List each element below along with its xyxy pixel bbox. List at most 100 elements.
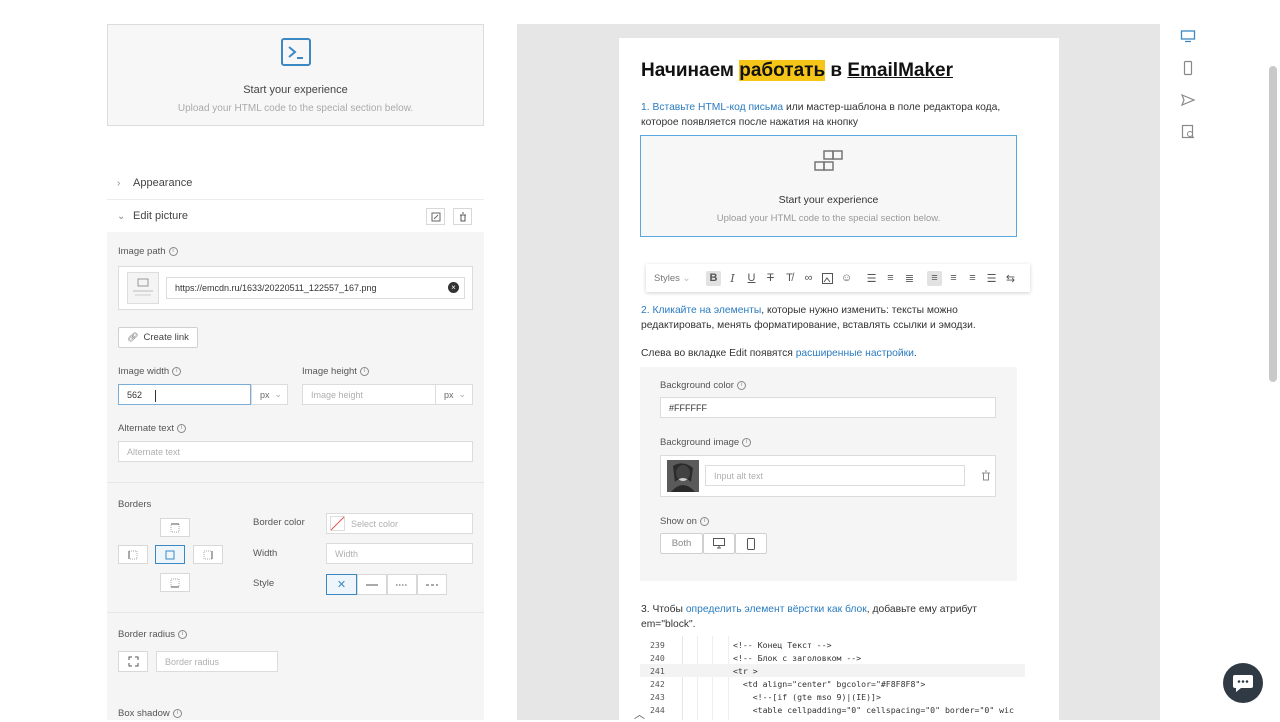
info-icon: i xyxy=(172,709,182,718)
chevron-down-icon: ⌄ xyxy=(117,210,126,222)
email-canvas: Начинаем работать в EmailMaker 1. Вставь… xyxy=(619,38,1059,720)
delete-image-button[interactable] xyxy=(453,208,472,225)
preview-title: Start your experience xyxy=(243,84,348,96)
email-preview-area: Начинаем работать в EmailMaker 1. Вставь… xyxy=(517,24,1160,721)
clear-icon[interactable]: × xyxy=(448,282,459,293)
send-test-icon[interactable] xyxy=(1180,92,1196,108)
border-right-button[interactable] xyxy=(193,545,223,564)
step1-text[interactable]: 1. Вставьте HTML-код письма или мастер-ш… xyxy=(641,100,1021,130)
style-solid-button[interactable] xyxy=(357,574,387,595)
numbered-list-icon[interactable]: ≡ xyxy=(883,271,898,286)
line-number: 243 xyxy=(650,692,665,702)
bg-image-box: Input alt text xyxy=(660,455,996,497)
align-justify-icon[interactable]: ☰ xyxy=(984,271,999,286)
mobile-icon xyxy=(735,533,767,554)
appearance-accordion[interactable]: › Appearance xyxy=(107,167,484,199)
image-height-label: Image height i xyxy=(302,366,369,377)
edit-picture-label: Edit picture xyxy=(133,210,189,222)
styles-dropdown[interactable]: Styles ⌄ xyxy=(654,273,702,284)
code-line: <tr > xyxy=(733,666,758,676)
no-color-swatch-icon[interactable] xyxy=(330,516,345,531)
create-link-button[interactable]: 🔗︎ Create link xyxy=(118,327,198,348)
underline-icon[interactable]: U xyxy=(744,271,759,286)
replace-icon xyxy=(431,212,440,221)
settings-panel: Start your experience Upload your HTML c… xyxy=(107,0,484,720)
height-unit-select[interactable]: px ⌄ xyxy=(435,384,473,405)
block-title: Start your experience xyxy=(778,194,879,206)
width-unit-select[interactable]: px ⌄ xyxy=(251,384,288,405)
align-left-icon[interactable]: ≡ xyxy=(927,270,942,286)
bg-image-label: Background image i xyxy=(660,437,752,448)
text-format-toolbar: Styles ⌄ B I U T T̸ ∞ ☺ ☰ ≡ ≣ ≡ ≡ ≡ ☰ ⇆ xyxy=(646,264,1030,292)
image-width-input[interactable]: 562 xyxy=(118,384,251,405)
strikethrough-icon[interactable]: T xyxy=(763,271,778,286)
width-label: Width xyxy=(253,548,278,559)
code-snippet[interactable]: 239 <!-- Конец Текст --> 240 <!-- Блок с… xyxy=(640,636,1025,720)
image-path-label: Image path i xyxy=(118,246,178,257)
image-height-input[interactable]: Image height xyxy=(302,384,436,405)
info-icon: i xyxy=(699,517,709,526)
italic-icon[interactable]: I xyxy=(725,271,740,286)
line-number: 244 xyxy=(650,705,665,715)
trash-icon xyxy=(981,470,991,481)
step2-text[interactable]: 2. Кликайте на элементы, которые нужно и… xyxy=(641,303,996,333)
text-direction-icon[interactable]: ⇆ xyxy=(1003,271,1018,286)
text-cursor-icon xyxy=(155,390,156,402)
code-line: <!--[if (gte mso 9)|(IE)]> xyxy=(733,692,881,702)
link-icon: 🔗︎ xyxy=(127,332,139,342)
code-line: <table cellpadding="0" cellspacing="0" b… xyxy=(733,705,1014,715)
radius-all-button[interactable] xyxy=(118,651,148,672)
email-heading[interactable]: Начинаем работать в EmailMaker xyxy=(641,60,953,82)
link-icon[interactable]: ∞ xyxy=(801,271,816,286)
bold-icon[interactable]: B xyxy=(706,270,721,286)
info-icon: i xyxy=(178,630,188,639)
border-all-button[interactable] xyxy=(155,545,185,564)
code-line: <!-- Конец Текст --> xyxy=(733,640,832,650)
border-color-input[interactable]: Select color xyxy=(326,513,473,534)
desktop-view-icon[interactable] xyxy=(1180,28,1196,44)
dotted-line-icon xyxy=(396,584,408,585)
blocks-icon xyxy=(812,150,844,174)
style-dashed-button[interactable] xyxy=(417,574,447,595)
chat-button[interactable] xyxy=(1223,663,1263,703)
mobile-view-icon[interactable] xyxy=(1180,60,1196,76)
line-number: 240 xyxy=(650,653,665,663)
emoji-icon[interactable]: ☺ xyxy=(839,271,854,286)
line-height-icon[interactable]: ≣ xyxy=(902,271,917,286)
style-dotted-button[interactable] xyxy=(387,574,417,595)
replace-image-button[interactable] xyxy=(426,208,445,225)
clear-format-icon[interactable]: T̸ xyxy=(782,271,797,286)
border-all-icon xyxy=(165,550,175,559)
preview-check-icon[interactable] xyxy=(1180,124,1196,140)
border-top-button[interactable] xyxy=(160,518,190,537)
bullet-list-icon[interactable]: ☰ xyxy=(864,271,879,286)
dashed-line-icon xyxy=(426,584,438,585)
border-radius-input[interactable]: Border radius xyxy=(156,651,278,672)
solid-line-icon xyxy=(366,584,378,585)
border-bottom-button[interactable] xyxy=(160,573,190,592)
image-icon[interactable] xyxy=(820,271,835,286)
align-right-icon[interactable]: ≡ xyxy=(965,271,980,286)
alt-text-label: Alternate text i xyxy=(118,423,186,434)
alt-text-input[interactable]: Alternate text xyxy=(118,441,473,462)
border-bottom-icon xyxy=(170,578,180,587)
border-left-button[interactable] xyxy=(118,545,148,564)
image-path-input[interactable]: https://emcdn.ru/1633/20220511_122557_16… xyxy=(166,277,465,299)
align-center-icon[interactable]: ≡ xyxy=(946,271,961,286)
step3-text[interactable]: 3. Чтобы определить элемент вёрстки как … xyxy=(641,602,1021,632)
image-width-label: Image width i xyxy=(118,366,182,377)
selected-image-block[interactable]: Start your experience Upload your HTML c… xyxy=(640,135,1017,237)
info-icon: i xyxy=(359,367,369,376)
border-radius-label: Border radius i xyxy=(118,629,188,640)
step2-note[interactable]: Слева во вкладке Edit появятся расширенн… xyxy=(641,346,1021,361)
page-scrollbar[interactable] xyxy=(1269,66,1277,382)
line-number: 242 xyxy=(650,679,665,689)
style-none-button[interactable]: ✕ xyxy=(326,574,357,595)
image-thumbnail[interactable] xyxy=(127,272,159,304)
settings-illustration[interactable]: Background color i #FFFFFF Background ima… xyxy=(640,367,1017,581)
border-width-input[interactable]: Width xyxy=(326,543,473,564)
borders-label: Borders xyxy=(118,499,152,510)
chevron-right-icon: › xyxy=(117,177,121,189)
divider xyxy=(107,612,484,613)
image-preview-card: Start your experience Upload your HTML c… xyxy=(107,24,484,126)
